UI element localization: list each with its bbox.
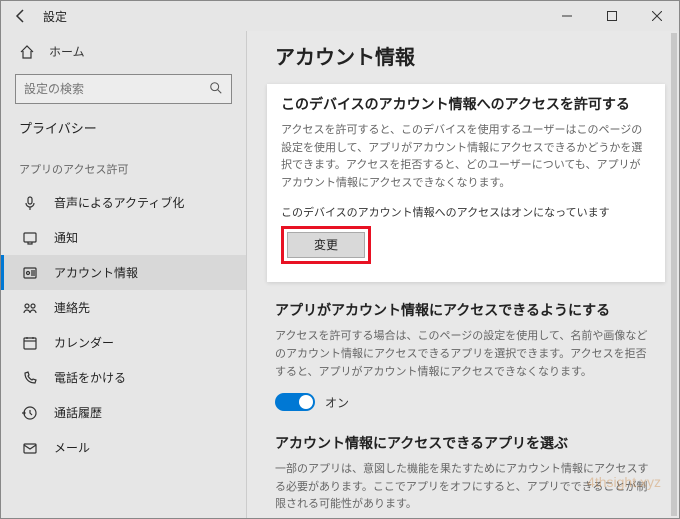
contacts-icon [22, 300, 38, 316]
device-access-block: このデバイスのアカウント情報へのアクセスを許可する アクセスを許可すると、このデ… [267, 84, 665, 282]
sidebar-item-voice-activation[interactable]: 音声によるアクティブ化 [1, 185, 246, 220]
content-area: アカウント情報 このデバイスのアカウント情報へのアクセスを許可する アクセスを許… [247, 31, 679, 518]
sidebar-item-phone-calls[interactable]: 電話をかける [1, 360, 246, 395]
sidebar-item-label: カレンダー [54, 334, 114, 351]
apps-access-toggle-label: オン [325, 394, 349, 411]
choose-apps-heading: アカウント情報にアクセスできるアプリを選ぶ [275, 433, 657, 453]
minimize-button[interactable] [544, 1, 589, 31]
apps-access-toggle[interactable] [275, 393, 315, 411]
sidebar-item-email[interactable]: メール [1, 430, 246, 465]
microphone-icon [22, 195, 38, 211]
apps-access-heading: アプリがアカウント情報にアクセスできるようにする [275, 300, 657, 320]
sidebar-item-account-info[interactable]: アカウント情報 [1, 255, 246, 290]
sidebar-item-label: アカウント情報 [54, 264, 138, 281]
device-access-heading: このデバイスのアカウント情報へのアクセスを許可する [281, 94, 651, 114]
search-input-wrap[interactable] [15, 74, 232, 104]
search-input[interactable] [24, 82, 209, 96]
change-button[interactable]: 変更 [287, 232, 365, 258]
sidebar: ホーム プライバシー アプリのアクセス許可 音声によるアクティブ化 [1, 31, 247, 518]
mail-icon [22, 440, 38, 456]
change-button-highlight: 変更 [281, 226, 371, 264]
phone-icon [22, 370, 38, 386]
sidebar-item-label: メール [54, 439, 90, 456]
calendar-icon [22, 335, 38, 351]
history-icon [22, 405, 38, 421]
account-icon [22, 265, 38, 281]
group-label: アプリのアクセス許可 [1, 151, 246, 185]
notification-icon [22, 230, 38, 246]
sidebar-item-contacts[interactable]: 連絡先 [1, 290, 246, 325]
search-icon [209, 81, 223, 98]
maximize-button[interactable] [589, 1, 634, 31]
sidebar-item-label: 連絡先 [54, 299, 90, 316]
sidebar-item-notifications[interactable]: 通知 [1, 220, 246, 255]
home-icon [19, 44, 35, 60]
sidebar-item-label: 音声によるアクティブ化 [54, 194, 184, 211]
device-access-status: このデバイスのアカウント情報へのアクセスはオンになっています [281, 204, 651, 220]
section-label: プライバシー [1, 118, 246, 151]
home-label: ホーム [49, 43, 85, 60]
sidebar-item-label: 通知 [54, 229, 78, 246]
apps-access-desc: アクセスを許可する場合は、このページの設定を使用して、名前や画像などのアカウント… [275, 328, 657, 381]
sidebar-item-call-history[interactable]: 通話履歴 [1, 395, 246, 430]
device-access-desc: アクセスを許可すると、このデバイスを使用するユーザーはこのページの設定を使用して… [281, 122, 651, 192]
page-title: アカウント情報 [275, 41, 657, 70]
back-button[interactable] [7, 2, 35, 30]
sidebar-item-calendar[interactable]: カレンダー [1, 325, 246, 360]
sidebar-item-label: 電話をかける [54, 369, 126, 386]
choose-apps-desc: 一部のアプリは、意図した機能を果たすためにアカウント情報にアクセスする必要があり… [275, 461, 657, 514]
home-link[interactable]: ホーム [1, 35, 246, 70]
window-title: 設定 [43, 8, 67, 25]
close-button[interactable] [634, 1, 679, 31]
sidebar-item-label: 通話履歴 [54, 404, 102, 421]
titlebar: 設定 [1, 1, 679, 31]
